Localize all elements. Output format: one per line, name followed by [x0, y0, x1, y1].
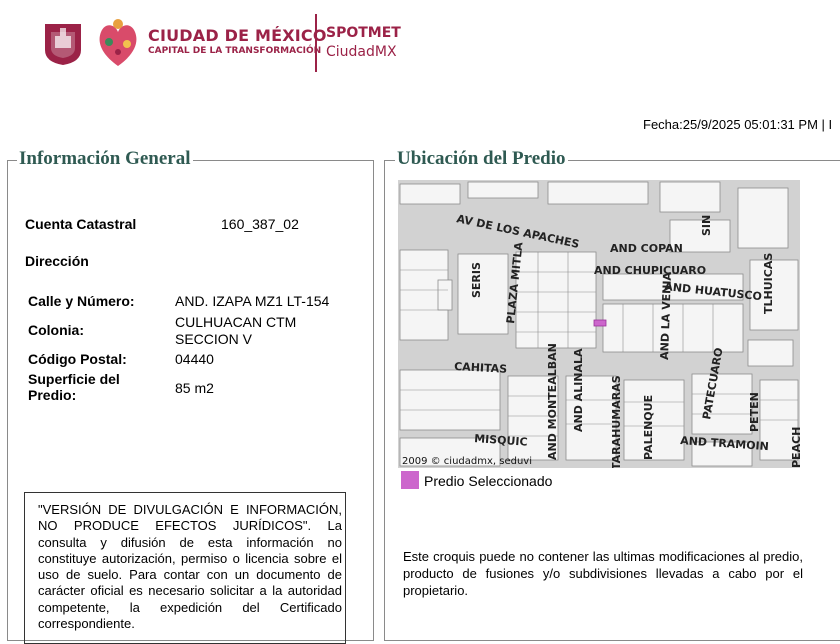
cdmx-coat-of-arms-icon: [45, 24, 81, 65]
map-street-label: AND ALINALA: [572, 348, 585, 432]
location-panel-legend: Ubicación del Predio: [395, 148, 568, 170]
map-street-label: TLHUICAS: [762, 253, 775, 314]
map-street-label: PALENQUE: [642, 395, 655, 460]
cuenta-label: Cuenta Catastral: [25, 216, 137, 232]
map-street-label: SERIS: [470, 262, 483, 298]
legend-swatch-label: Predio Seleccionado: [424, 473, 553, 489]
app-subname: CiudadMX: [326, 44, 397, 60]
map-disclaimer: Este croquis puede no contener las ultim…: [403, 549, 803, 598]
map-street-label: PEACH: [790, 427, 800, 468]
calle-value: AND. IZAPA MZ1 LT-154: [175, 293, 330, 309]
legal-notice-text: "VERSIÓN DE DIVULGACIÓN E INFORMACIÓN, N…: [38, 502, 342, 632]
heart-emblem-icon: [99, 19, 137, 66]
colonia-value: CULHUACAN CTM SECCION V: [175, 314, 297, 347]
map-street-label: AND COPAN: [610, 242, 683, 255]
colonia-label: Colonia:: [28, 322, 84, 338]
map-street-label: CAHITAS: [454, 360, 508, 376]
cp-value: 04440: [175, 351, 214, 367]
selected-parcel: [593, 319, 607, 327]
map-street-label: AND CHUPICUARO: [594, 264, 706, 277]
map-copyright: 2009 © ciudadmx, seduvi: [402, 456, 532, 467]
superficie-value: 85 m2: [175, 380, 214, 396]
date-timestamp: Fecha:25/9/2025 05:01:31 PM | I: [643, 117, 833, 132]
map-street-label: AND MONTEALBAN: [546, 343, 559, 460]
brand-title: CIUDAD DE MÉXICO: [148, 26, 327, 45]
direccion-label: Dirección: [25, 253, 89, 269]
info-panel-legend: Información General: [17, 148, 193, 170]
brand-subtitle: CAPITAL DE LA TRANSFORMACIÓN: [148, 46, 322, 56]
calle-label: Calle y Número:: [28, 293, 135, 309]
brand-divider: [315, 14, 317, 72]
superficie-label: Superficie del Predio:: [28, 371, 120, 403]
map-street-label: TARAHUMARAS: [610, 375, 623, 468]
cp-label: Código Postal:: [28, 351, 127, 367]
map-street-label: SIN: [700, 215, 713, 236]
legend-swatch: [401, 471, 419, 489]
map-street-label: PETEN: [748, 392, 761, 432]
map-image: AV DE LOS APACHES AND COPAN AND CHUPICUA…: [398, 180, 800, 468]
location-map[interactable]: AV DE LOS APACHES AND COPAN AND CHUPICUA…: [398, 180, 800, 468]
app-name: SPOTMET: [326, 25, 401, 41]
cuenta-value: 160_387_02: [221, 216, 299, 232]
